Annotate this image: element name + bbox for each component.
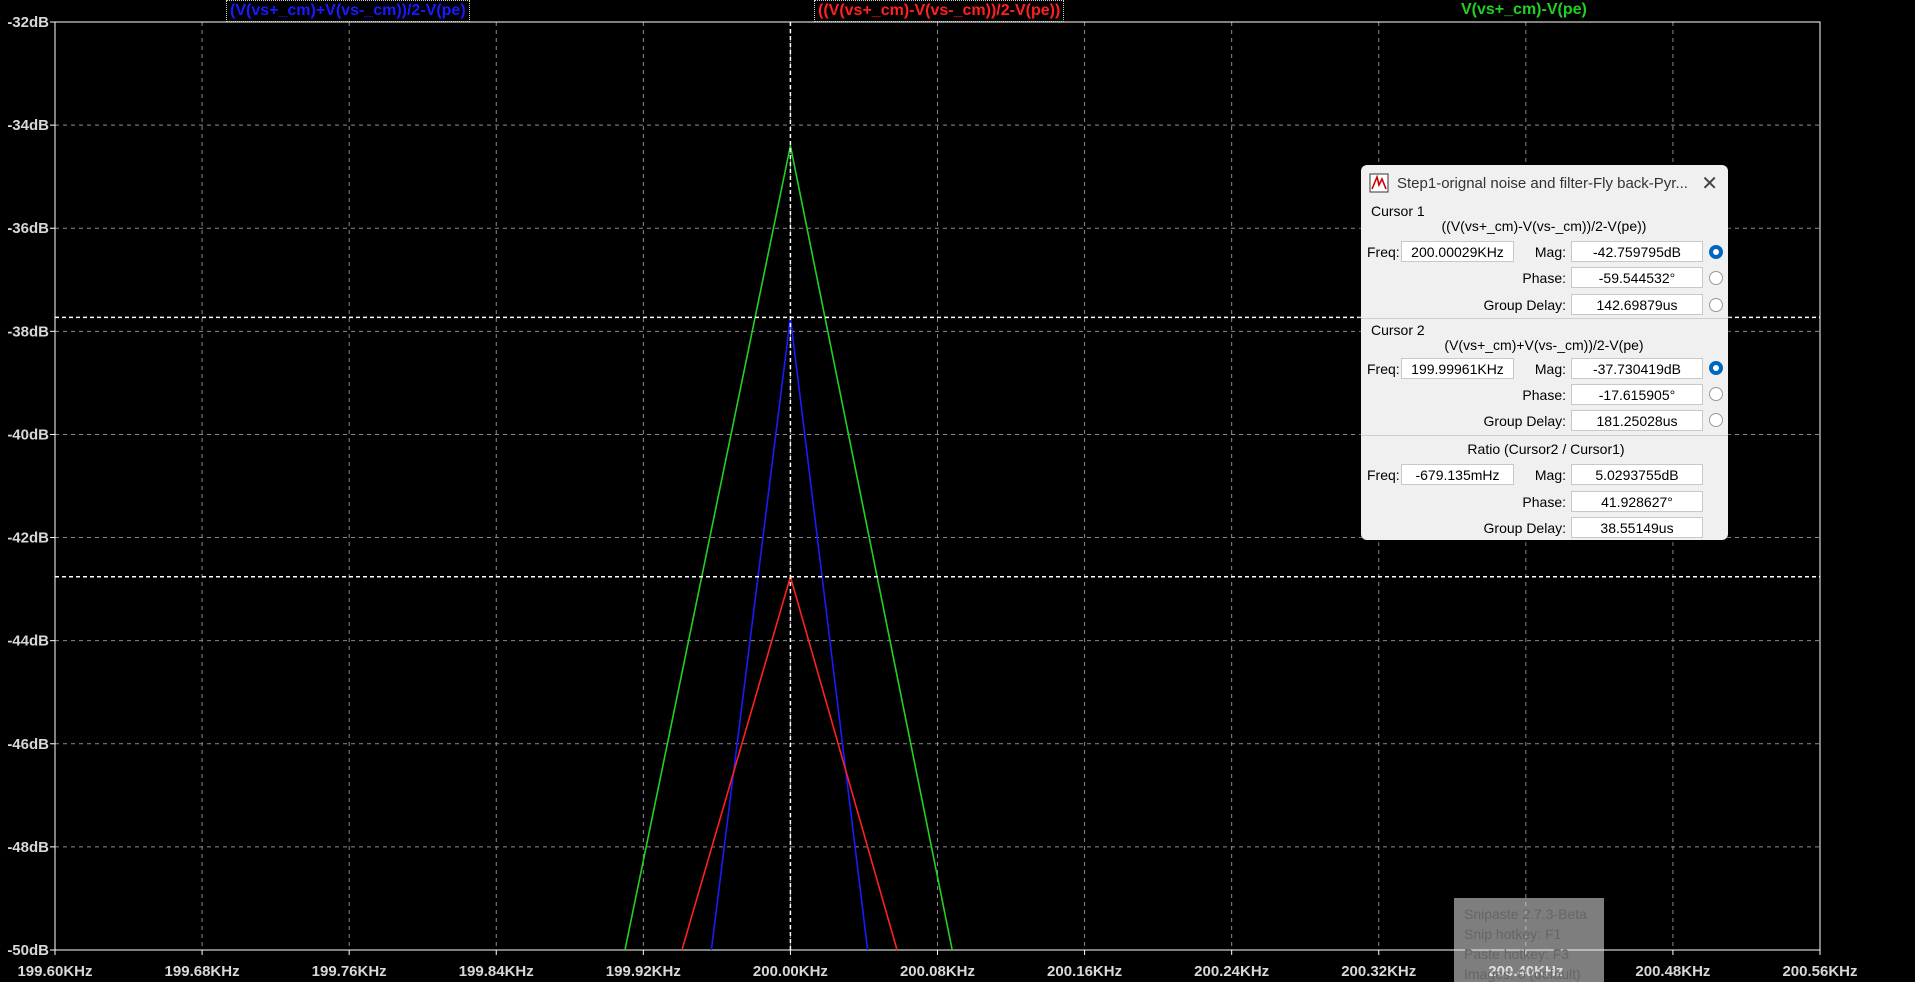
snipaste-line: Paste hotkey: F3 (1464, 946, 1570, 962)
trace-line (681, 573, 898, 951)
y-tick-label: -36dB (7, 220, 49, 237)
x-tick-label: 200.32KHz (1341, 963, 1416, 980)
trace-label-cm-average[interactable]: (V(vs+_cm)+V(vs-_cm))/2-V(pe) (226, 0, 470, 22)
cursor2-group-delay-field[interactable]: 181.25028us (1571, 410, 1703, 431)
y-tick-label: -38dB (7, 323, 49, 340)
trace-label-diff-average[interactable]: ((V(vs+_cm)-V(vs-_cm))/2-V(pe)) (814, 0, 1065, 22)
cursor2-phase-field[interactable]: -17.615905° (1571, 384, 1703, 405)
cursor1-freq-label: Freq: (1367, 244, 1400, 260)
ratio-phase-field[interactable]: 41.928627° (1571, 491, 1703, 512)
separator (1361, 318, 1728, 319)
ratio-phase-label: Phase: (1522, 494, 1566, 510)
trace-label-vs-plus[interactable]: V(vs+_cm)-V(pe) (1458, 0, 1590, 20)
x-tick-label: 200.08KHz (900, 963, 975, 980)
cursor1-mag-label: Mag: (1534, 244, 1566, 260)
cursor2-group-delay-radio[interactable] (1709, 413, 1723, 427)
cursor1-mag-radio[interactable] (1709, 245, 1723, 259)
cursor2-mag-label: Mag: (1534, 361, 1566, 377)
ratio-freq-field[interactable]: -679.135mHz (1401, 464, 1514, 485)
y-tick-label: -40dB (7, 426, 49, 443)
ratio-mag-label: Mag: (1534, 467, 1566, 483)
cursor1-phase-field[interactable]: -59.544532° (1571, 267, 1703, 288)
ratio-group-delay-field[interactable]: 38.55149us (1571, 517, 1703, 538)
y-tick-label: -34dB (7, 117, 49, 134)
x-tick-label: 200.48KHz (1635, 963, 1710, 980)
x-tick-label: 199.84KHz (459, 963, 534, 980)
plot-traces (624, 145, 953, 951)
cursor1-phase-label: Phase: (1522, 270, 1566, 286)
x-tick-label: 200.00KHz (753, 963, 828, 980)
x-tick-label: 200.16KHz (1047, 963, 1122, 980)
y-tick-label: -42dB (7, 530, 49, 547)
cursor-dialog: Step1-orignal noise and filter-Fly back-… (1361, 165, 1728, 540)
x-tick-label: 200.24KHz (1194, 963, 1269, 980)
ratio-freq-label: Freq: (1367, 467, 1400, 483)
x-tick-label: 200.56KHz (1782, 963, 1857, 980)
cursor2-freq-label: Freq: (1367, 361, 1400, 377)
snipaste-line: Snip hotkey: F1 (1464, 926, 1562, 942)
dialog-title: Step1-orignal noise and filter-Fly back-… (1397, 175, 1688, 192)
y-tick-label: -50dB (7, 942, 49, 959)
snipaste-tooltip: Snipaste 2.7.3-Beta Snip hotkey: F1 Past… (1454, 898, 1604, 982)
cursor2-heading: Cursor 2 (1371, 322, 1425, 338)
cursor1-freq-field[interactable]: 200.00029KHz (1401, 241, 1514, 262)
y-tick-label: -48dB (7, 839, 49, 856)
cursor1-group-delay-field[interactable]: 142.69879us (1571, 294, 1703, 315)
cursor2-phase-label: Phase: (1522, 387, 1566, 403)
snipaste-line: Images: 0 (default) (1464, 966, 1581, 982)
snipaste-line: Snipaste 2.7.3-Beta (1464, 906, 1587, 922)
x-tick-label: 199.92KHz (606, 963, 681, 980)
cursor2-trace-name: (V(vs+_cm)+V(vs-_cm))/2-V(pe) (1444, 337, 1644, 353)
cursor1-group-delay-radio[interactable] (1709, 298, 1723, 312)
x-tick-label: 199.68KHz (165, 963, 240, 980)
ratio-group-delay-label: Group Delay: (1483, 520, 1566, 536)
y-tick-label: -44dB (7, 633, 49, 650)
cursor1-trace-name: ((V(vs+_cm)-V(vs-_cm))/2-V(pe)) (1441, 218, 1647, 234)
ltspice-app-icon (1369, 173, 1389, 193)
cursor1-group-delay-label: Group Delay: (1483, 297, 1566, 313)
cursor2-group-delay-label: Group Delay: (1483, 413, 1566, 429)
ratio-heading: Ratio (Cursor2 / Cursor1) (1467, 441, 1625, 457)
cursor1-phase-radio[interactable] (1709, 271, 1723, 285)
cursor1-mag-field[interactable]: -42.759795dB (1571, 241, 1703, 262)
ratio-mag-field[interactable]: 5.0293755dB (1571, 464, 1703, 485)
cursor2-mag-field[interactable]: -37.730419dB (1571, 358, 1703, 379)
trace-line (624, 145, 953, 951)
close-icon[interactable]: ✕ (1701, 171, 1718, 196)
y-tick-label: -32dB (7, 14, 49, 31)
dialog-titlebar[interactable]: Step1-orignal noise and filter-Fly back-… (1361, 165, 1728, 201)
cursor2-mag-radio[interactable] (1709, 361, 1723, 375)
separator (1361, 435, 1728, 436)
x-tick-label: 199.76KHz (312, 963, 387, 980)
cursor1-heading: Cursor 1 (1371, 203, 1425, 219)
x-tick-label: 199.60KHz (17, 963, 92, 980)
cursor2-phase-radio[interactable] (1709, 387, 1723, 401)
cursor2-freq-field[interactable]: 199.99961KHz (1401, 358, 1514, 379)
y-tick-label: -46dB (7, 736, 49, 753)
